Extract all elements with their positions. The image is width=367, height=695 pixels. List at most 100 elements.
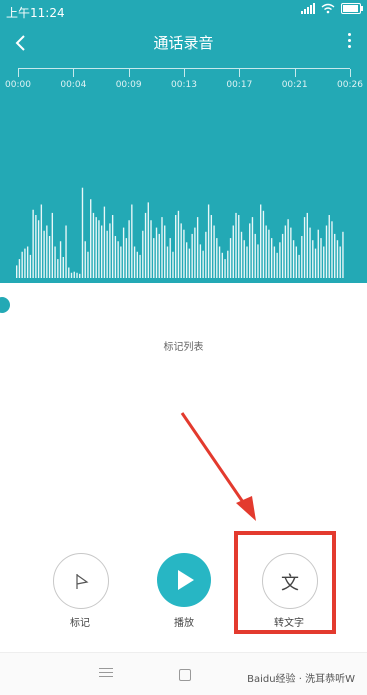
waveform-bar [164,225,166,278]
waveform[interactable] [0,170,367,280]
waveform-bar [218,246,221,278]
waveform-bar [114,236,117,278]
mark-label: 标记 [70,618,90,629]
timeline-tick [73,69,75,77]
timeline-tick-label: 00:04 [60,80,87,90]
waveform-bar [339,246,341,278]
playhead-handle[interactable] [0,297,10,313]
status-bar: 上午11:24 [0,0,367,22]
waveform-bar [331,221,333,278]
waveform-bar [196,217,199,278]
waveform-bar [301,236,303,278]
waveform-bar [40,204,43,278]
waveform-bar [48,236,51,278]
waveform-bar [199,244,202,278]
signal-icon [301,3,315,14]
timeline-ruler [18,68,351,79]
waveform-bar [95,217,97,278]
play-button[interactable] [157,553,211,607]
waveform-bar [314,248,317,278]
highlight-box [234,531,336,634]
waveform-bar [172,251,174,278]
watermark: Baidu经验 · 洗耳恭听W [247,674,355,685]
wifi-icon [321,3,335,14]
page-title: 通话录音 [153,34,214,52]
timeline-tick-label: 00:26 [337,80,363,90]
waveform-bar [210,215,213,278]
waveform-bar [100,225,103,278]
waveform-bar [122,227,125,278]
waveform-bar [120,246,122,278]
waveform-bar [18,259,21,278]
waveform-bar [238,215,240,278]
mark-button[interactable] [53,553,109,609]
waveform-bar [133,246,136,278]
waveform-bar [306,212,308,278]
waveform-bar [320,238,322,278]
app-header: 通话录音 [0,24,367,64]
waveform-bar [287,219,289,278]
waveform-bar [281,233,284,278]
flag-icon [76,574,89,589]
waveform-bar [292,240,295,278]
battery-icon [341,3,363,14]
timeline-tick [239,69,241,77]
menu-icon[interactable] [97,665,115,683]
waveform-bar [268,229,270,278]
waveform-bar [235,212,237,278]
waveform-bar [139,254,141,278]
waveform-bar [144,212,147,278]
waveform-bar [232,225,234,278]
waveform-bar [103,206,106,278]
more-options-icon[interactable] [339,30,359,56]
waveform-bar [298,254,300,278]
waveform-bar [169,238,171,278]
waveform-bar [328,215,330,278]
waveform-bar [213,225,215,278]
waveform-bar [207,204,210,278]
waveform-bar [81,187,84,278]
waveform-bar [290,227,292,278]
waveform-bar [57,259,59,278]
waveform-bar [161,217,163,278]
waveform-bar [185,242,188,278]
waveform-bar [136,251,138,278]
timeline-tick [350,69,351,77]
waveform-bar [153,238,155,278]
home-icon[interactable] [179,669,191,681]
waveform-bar [76,272,78,278]
waveform-bar [191,233,193,278]
waveform-bar [43,230,45,278]
waveform-bar [62,257,64,278]
waveform-bar [251,217,254,278]
waveform-bar [90,199,92,278]
waveform-bar [79,273,81,278]
waveform-bar [68,267,70,278]
waveform-bar [147,202,149,278]
waveform-bar [37,220,40,278]
waveform-bar [84,241,86,278]
waveform-bar [240,231,243,278]
waveform-bar [229,238,232,278]
waveform-bar [309,227,311,278]
waveform-bar [254,233,256,278]
timeline-tick-label: 00:17 [226,80,253,90]
waveform-bar [295,246,298,278]
waveform-bar [175,215,177,278]
waveform-bar [194,227,196,278]
waveform-bar [35,215,37,278]
waveform-bar [224,259,226,278]
waveform-bar [125,238,128,278]
timeline-tick [18,69,19,77]
waveform-bar [21,251,23,278]
waveform-bar [158,233,160,278]
waveform-bar [257,244,259,278]
waveform-bar [325,225,328,278]
waveform-bar [59,241,62,278]
timeline-tick-label: 00:09 [115,80,142,90]
waveform-bar [273,246,276,278]
timeline-tick [294,69,296,77]
recording-panel: 上午11:24 通话录音 00:00 00:04 00:09 00:13 00:17 00… [0,0,367,283]
timeline-tick-label: 00:21 [281,80,308,90]
waveform-bar [334,233,336,278]
